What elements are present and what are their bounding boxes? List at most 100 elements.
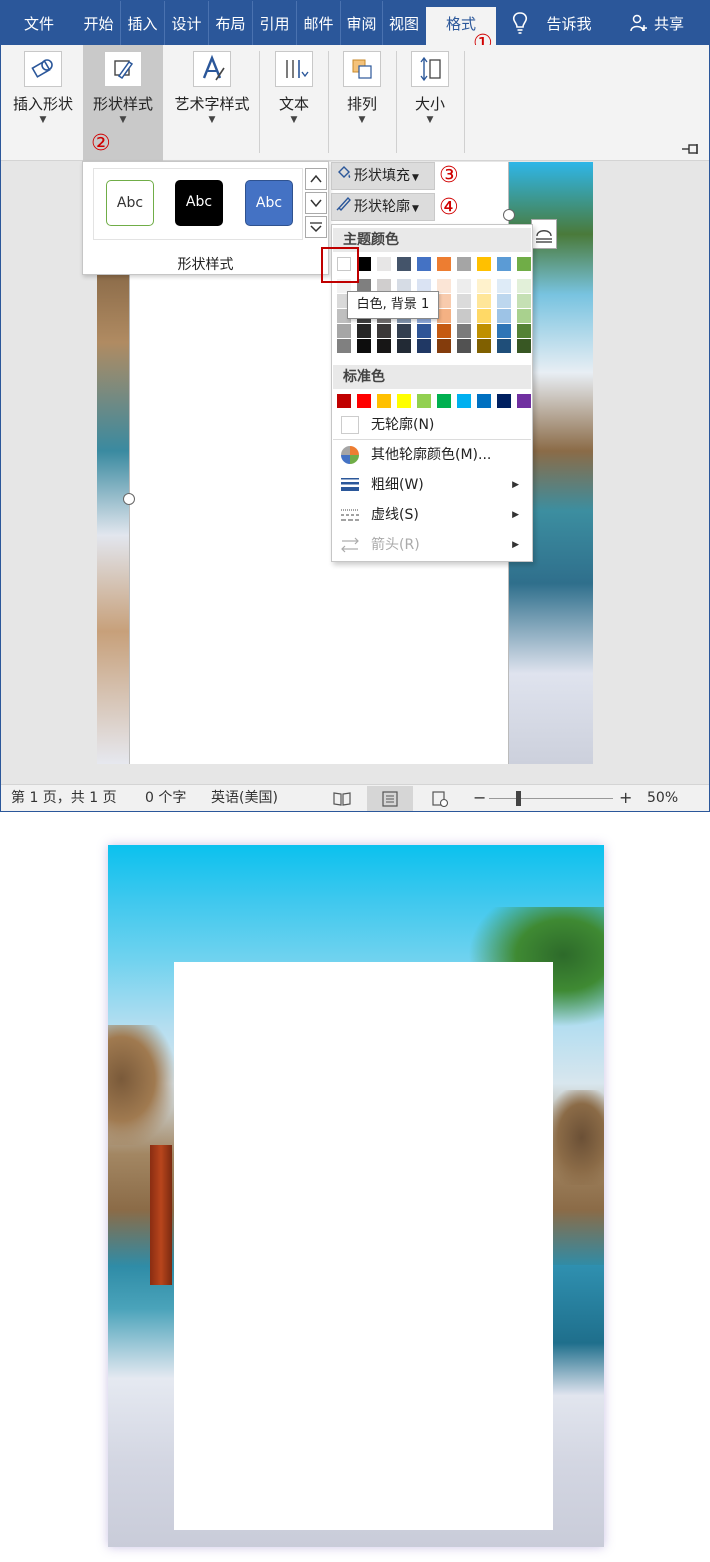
standard-color-swatch[interactable] [377, 394, 391, 408]
standard-color-swatch[interactable] [397, 394, 411, 408]
tab-review[interactable]: 审阅 [341, 1, 383, 45]
theme-shade-swatch[interactable] [517, 279, 531, 293]
wordart-styles-group[interactable]: 艺术字样式 ▼ [167, 45, 257, 161]
standard-color-swatch[interactable] [417, 394, 431, 408]
theme-shade-swatch[interactable] [437, 279, 451, 293]
theme-shade-swatch[interactable] [377, 324, 391, 338]
theme-shade-swatch[interactable] [417, 324, 431, 338]
style-sample-blue[interactable]: Abc [245, 180, 293, 226]
share-button[interactable]: 共享 [651, 1, 687, 45]
theme-shade-swatch[interactable] [497, 324, 511, 338]
standard-color-swatch[interactable] [437, 394, 451, 408]
theme-shade-swatch[interactable] [437, 339, 451, 353]
zoom-in-button[interactable]: + [619, 785, 632, 811]
theme-shade-swatch[interactable] [377, 339, 391, 353]
page-count[interactable]: 第 1 页，共 1 页 [11, 785, 117, 811]
theme-shade-swatch[interactable] [497, 294, 511, 308]
shape-outline-button[interactable]: 形状轮廓 ▼ [331, 193, 435, 221]
theme-shade-swatch[interactable] [437, 309, 451, 323]
theme-shade-swatch[interactable] [397, 324, 411, 338]
resize-handle-top-right[interactable] [503, 209, 515, 221]
theme-shade-swatch[interactable] [477, 339, 491, 353]
style-sample-outline[interactable]: Abc [106, 180, 154, 226]
theme-shade-swatch[interactable] [517, 309, 531, 323]
theme-shade-swatch[interactable] [457, 279, 471, 293]
theme-shade-swatch[interactable] [457, 309, 471, 323]
theme-shade-swatch[interactable] [517, 294, 531, 308]
theme-color-swatch[interactable] [357, 257, 371, 271]
no-outline-swatch-icon [337, 411, 363, 439]
tab-insert[interactable]: 插入 [121, 1, 165, 45]
theme-shade-swatch[interactable] [457, 294, 471, 308]
theme-shade-swatch[interactable] [517, 339, 531, 353]
theme-color-swatch[interactable] [477, 257, 491, 271]
theme-color-swatch[interactable] [517, 257, 531, 271]
style-sample-black[interactable]: Abc [175, 180, 223, 226]
zoom-out-button[interactable]: − [473, 785, 486, 811]
more-outline-colors-item[interactable]: 其他轮廓颜色(M)... [333, 441, 531, 469]
standard-color-swatch[interactable] [477, 394, 491, 408]
theme-color-swatch[interactable] [497, 257, 511, 271]
theme-shade-swatch[interactable] [477, 324, 491, 338]
theme-color-swatch[interactable] [417, 257, 431, 271]
theme-color-swatch[interactable] [437, 257, 451, 271]
text-group[interactable]: 文本 ▼ [261, 45, 327, 161]
theme-shade-swatch[interactable] [357, 324, 371, 338]
weight-item[interactable]: 粗细(W) ▶ [333, 471, 531, 499]
zoom-slider-thumb[interactable] [516, 791, 521, 806]
insert-shapes-group[interactable]: 插入形状 ▼ [3, 45, 83, 161]
tab-home[interactable]: 开始 [77, 1, 121, 45]
layout-options-icon[interactable] [531, 219, 557, 249]
theme-shade-swatch[interactable] [417, 339, 431, 353]
shape-outline-menu: 主题颜色 标准色 无轮廓(N) 其他轮廓颜色(M)... 粗细(W) ▶ 虚线(… [331, 224, 533, 562]
zoom-level[interactable]: 50% [647, 785, 678, 811]
theme-shade-swatch[interactable] [437, 294, 451, 308]
theme-shade-swatch[interactable] [437, 324, 451, 338]
dashes-item[interactable]: 虚线(S) ▶ [333, 501, 531, 529]
tab-view[interactable]: 视图 [383, 1, 425, 45]
web-layout-icon[interactable] [417, 786, 463, 811]
zoom-slider-track[interactable] [489, 798, 613, 799]
tab-design[interactable]: 设计 [165, 1, 209, 45]
standard-color-swatch[interactable] [337, 394, 351, 408]
standard-color-swatch[interactable] [457, 394, 471, 408]
standard-color-swatch[interactable] [497, 394, 511, 408]
theme-color-swatch[interactable] [397, 257, 411, 271]
theme-shade-swatch[interactable] [477, 309, 491, 323]
theme-shade-swatch[interactable] [497, 279, 511, 293]
theme-shade-swatch[interactable] [457, 339, 471, 353]
tab-references[interactable]: 引用 [253, 1, 297, 45]
theme-shade-swatch[interactable] [337, 324, 351, 338]
theme-shade-swatch[interactable] [517, 324, 531, 338]
theme-shade-swatch[interactable] [477, 294, 491, 308]
theme-shade-swatch[interactable] [477, 279, 491, 293]
tab-mailings[interactable]: 邮件 [297, 1, 341, 45]
standard-color-swatch[interactable] [357, 394, 371, 408]
theme-shade-swatch[interactable] [357, 339, 371, 353]
pin-ribbon-icon[interactable] [681, 143, 701, 159]
no-outline-item[interactable]: 无轮廓(N) [333, 411, 531, 439]
theme-shade-swatch[interactable] [337, 339, 351, 353]
tab-layout[interactable]: 布局 [209, 1, 253, 45]
lightbulb-icon[interactable] [509, 1, 531, 45]
theme-color-swatch[interactable] [377, 257, 391, 271]
theme-shade-swatch[interactable] [397, 339, 411, 353]
size-group[interactable]: 大小 ▼ [397, 45, 463, 161]
theme-shade-swatch[interactable] [457, 324, 471, 338]
print-layout-icon[interactable] [367, 786, 413, 811]
tell-me-box[interactable]: 告诉我 [539, 1, 599, 45]
resize-handle-left[interactable] [123, 493, 135, 505]
shape-fill-button[interactable]: 形状填充 ▼ [331, 162, 435, 190]
word-count[interactable]: 0 个字 [145, 785, 186, 811]
language-indicator[interactable]: 英语(美国) [211, 785, 278, 811]
gallery-more-icon[interactable] [305, 216, 327, 238]
read-mode-icon[interactable] [319, 786, 365, 811]
standard-color-swatch[interactable] [517, 394, 531, 408]
tab-file[interactable]: 文件 [1, 1, 77, 45]
gallery-scroll-down-icon[interactable] [305, 192, 327, 214]
theme-color-swatch[interactable] [457, 257, 471, 271]
theme-shade-swatch[interactable] [497, 309, 511, 323]
arrange-group[interactable]: 排列 ▼ [329, 45, 395, 161]
theme-shade-swatch[interactable] [497, 339, 511, 353]
gallery-scroll-up-icon[interactable] [305, 168, 327, 190]
